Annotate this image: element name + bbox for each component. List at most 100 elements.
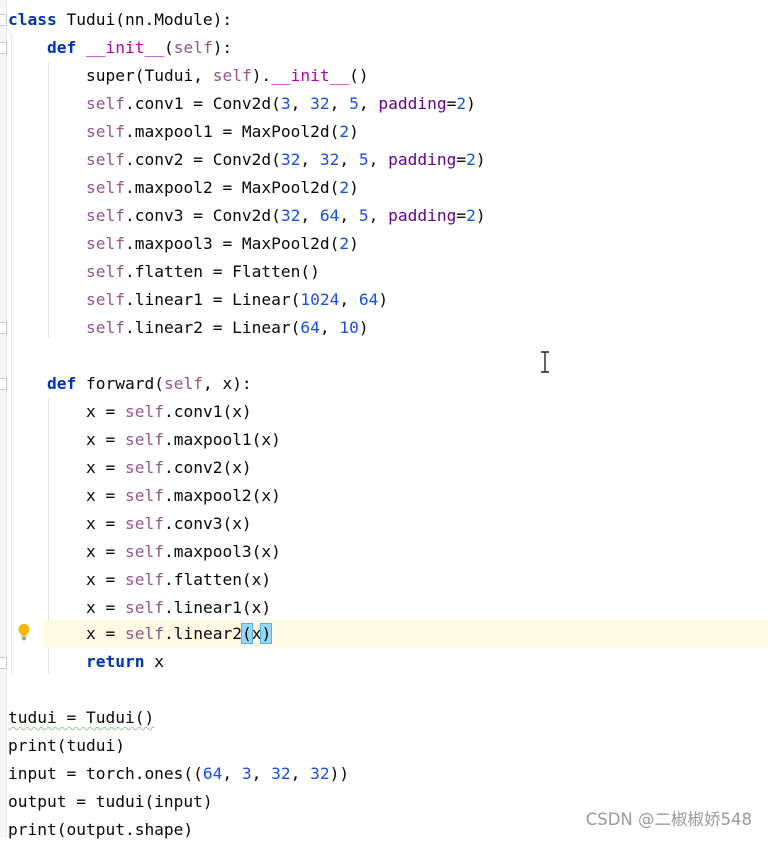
- code-line[interactable]: class Tudui(nn.Module):: [8, 6, 232, 34]
- code-text: x =: [86, 402, 125, 421]
- code-text: ): [358, 318, 369, 337]
- code-line[interactable]: x = self.conv1(x): [86, 398, 252, 426]
- keyword: def: [47, 374, 77, 393]
- number: 64: [319, 206, 340, 225]
- code-line[interactable]: self.flatten = Flatten(): [86, 258, 320, 286]
- code-line[interactable]: print(tudui): [8, 732, 125, 760]
- code-text: ,: [368, 150, 389, 169]
- editor-gutter: [0, 0, 7, 837]
- code-line[interactable]: x = self.conv2(x): [86, 454, 252, 482]
- code-line-current[interactable]: x = self.linear2(x): [86, 620, 273, 648]
- code-line[interactable]: self.linear2 = Linear(64, 10): [86, 314, 369, 342]
- dunder-name: __init__: [85, 38, 164, 57]
- code-line[interactable]: self.conv1 = Conv2d(3, 32, 5, padding=2): [86, 90, 476, 118]
- number: 2: [466, 150, 476, 169]
- code-line[interactable]: def __init__(self):: [47, 34, 232, 62]
- code-text: ,: [329, 94, 350, 113]
- code-text: ): [349, 178, 359, 197]
- code-line[interactable]: return x: [86, 648, 164, 676]
- code-text: .linear1 = Linear(: [124, 290, 301, 309]
- self-keyword: self: [124, 402, 164, 421]
- code-line[interactable]: x = self.conv3(x): [86, 510, 252, 538]
- code-text: =: [456, 150, 467, 169]
- code-text: .linear1(x): [163, 598, 272, 617]
- number: 3: [280, 94, 291, 113]
- fold-marker-icon[interactable]: [0, 657, 7, 669]
- code-text: tudui = Tudui(): [8, 708, 155, 727]
- number: 10: [339, 318, 359, 337]
- self-keyword: self: [124, 430, 164, 449]
- code-text: =: [456, 206, 467, 225]
- code-line[interactable]: x = self.maxpool1(x): [86, 426, 281, 454]
- code-text: print(tudui): [8, 736, 125, 755]
- self-keyword: self: [163, 374, 203, 393]
- code-line[interactable]: x = self.linear1(x): [86, 594, 271, 622]
- code-text: ,: [319, 318, 340, 337]
- code-line[interactable]: self.linear1 = Linear(1024, 64): [86, 286, 388, 314]
- self-keyword: self: [173, 38, 213, 57]
- code-text: (): [349, 66, 369, 85]
- code-text: x =: [86, 430, 125, 449]
- code-line[interactable]: self.conv3 = Conv2d(32, 64, 5, padding=2…: [86, 202, 486, 230]
- code-line[interactable]: x = self.flatten(x): [86, 566, 271, 594]
- code-text: .maxpool2(x): [163, 486, 281, 505]
- self-keyword: self: [124, 514, 164, 533]
- code-text: input = torch.ones((: [8, 764, 203, 783]
- code-text: ,: [300, 150, 320, 169]
- code-line[interactable]: x = self.maxpool2(x): [86, 482, 281, 510]
- code-text: ,: [368, 206, 389, 225]
- code-line[interactable]: self.maxpool1 = MaxPool2d(2): [86, 118, 359, 146]
- code-line[interactable]: tudui = Tudui(): [8, 704, 154, 732]
- code-text: =: [446, 94, 457, 113]
- code-line[interactable]: output = tudui(input): [8, 788, 213, 816]
- code-text: Tudui(nn.Module):: [56, 10, 233, 29]
- code-text: ): [475, 150, 486, 169]
- code-text: .conv3(x): [163, 514, 252, 533]
- number: 32: [310, 94, 330, 113]
- number: 5: [358, 206, 369, 225]
- number: 64: [202, 764, 223, 783]
- fold-marker-icon[interactable]: [0, 14, 7, 26]
- code-editor[interactable]: class Tudui(nn.Module): def __init__(sel…: [0, 0, 768, 839]
- number: 3: [241, 764, 252, 783]
- code-line[interactable]: self.maxpool3 = MaxPool2d(2): [86, 230, 359, 258]
- code-text: x =: [86, 624, 125, 643]
- code-text: .linear2: [163, 624, 242, 643]
- self-keyword: self: [124, 624, 164, 643]
- fold-marker-icon[interactable]: [0, 322, 7, 334]
- code-text: x =: [86, 486, 125, 505]
- code-line[interactable]: input = torch.ones((64, 3, 32, 32)): [8, 760, 349, 788]
- fold-marker-icon[interactable]: [0, 42, 7, 54]
- self-keyword: self: [124, 542, 164, 561]
- keyword-argument: padding: [388, 150, 457, 169]
- indent-guide: [11, 34, 12, 674]
- code-line[interactable]: self.maxpool2 = MaxPool2d(2): [86, 174, 359, 202]
- keyword: return: [86, 652, 145, 671]
- lightbulb-icon[interactable]: [17, 623, 31, 641]
- code-text: ): [378, 290, 389, 309]
- number: 32: [280, 150, 301, 169]
- code-line[interactable]: def forward(self, x):: [47, 370, 252, 398]
- number: 5: [358, 150, 369, 169]
- keyword-argument: padding: [378, 94, 447, 113]
- self-keyword: self: [86, 206, 125, 225]
- code-text: ,: [251, 764, 272, 783]
- self-keyword: self: [86, 262, 125, 281]
- code-line[interactable]: self.conv2 = Conv2d(32, 32, 5, padding=2…: [86, 146, 486, 174]
- code-text: , x):: [202, 374, 252, 393]
- fold-marker-icon[interactable]: [0, 378, 7, 390]
- code-text: x: [144, 652, 164, 671]
- matched-bracket: ): [260, 623, 273, 644]
- keyword-argument: padding: [388, 206, 457, 225]
- code-text: .conv1(x): [163, 402, 252, 421]
- code-text: .maxpool2 = MaxPool2d(: [124, 178, 340, 197]
- code-line[interactable]: super(Tudui, self).__init__(): [86, 62, 369, 90]
- number: 2: [339, 234, 350, 253]
- number: 32: [280, 206, 301, 225]
- code-text: .conv3 = Conv2d(: [124, 206, 281, 225]
- code-text: ,: [339, 206, 359, 225]
- code-line[interactable]: print(output.shape): [8, 816, 193, 844]
- code-line[interactable]: x = self.maxpool3(x): [86, 538, 281, 566]
- self-keyword: self: [86, 318, 125, 337]
- self-keyword: self: [86, 234, 125, 253]
